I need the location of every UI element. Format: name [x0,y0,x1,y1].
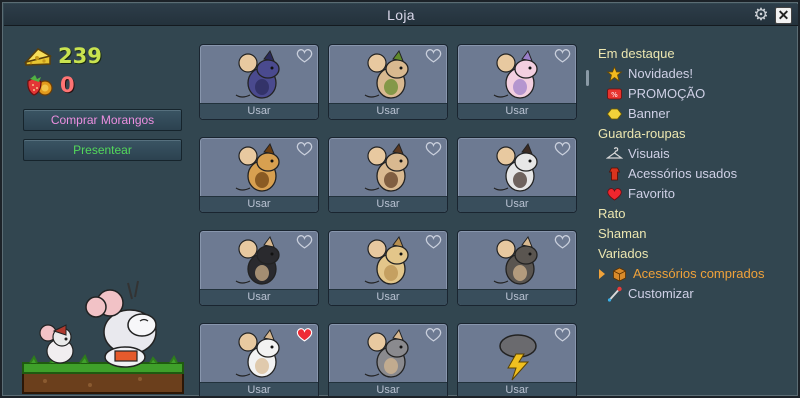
gift-button[interactable]: Presentear [23,139,182,161]
favorite-heart-icon[interactable] [425,234,442,249]
selection-arrow-icon [599,269,605,279]
menu-item-banner[interactable]: Banner [598,104,798,124]
avatar-preview [22,280,184,394]
storm-cloud-item-icon [499,334,537,381]
menu-item-visuals[interactable]: Visuais [598,144,798,164]
menu-item-customize[interactable]: Customizar [598,284,798,304]
menu-item-news[interactable]: Novidades! [598,64,798,84]
favorite-heart-icon[interactable] [296,141,313,156]
use-button[interactable]: Usar [458,289,576,305]
menu-various[interactable]: Variados [598,244,798,264]
grid-scrollbar[interactable] [586,70,589,86]
promo-tag-icon: % [607,88,622,100]
favorite-heart-icon[interactable] [425,141,442,156]
close-button[interactable]: ✕ [775,7,792,24]
favorite-heart-icon[interactable] [296,234,313,249]
heart-icon [607,188,622,201]
paintbrush-icon [607,286,622,302]
brown-fur-mouse-icon [364,142,409,192]
menu-label-bought-accessories: Acessórios comprados [633,266,765,281]
clothing-icon [608,167,621,181]
favorite-heart-icon[interactable] [554,48,571,63]
box-icon [613,267,626,282]
use-button[interactable]: Usar [458,196,576,212]
use-button[interactable]: Usar [458,382,576,396]
menu-label-customize: Customizar [628,286,694,301]
menu-label-banner: Banner [628,106,670,121]
black-cat-mouse-icon [235,235,280,285]
menu-item-favorite[interactable]: Favorito [598,184,798,204]
use-button[interactable]: Usar [329,196,447,212]
svg-text:%: % [611,91,618,99]
gray-sleepy-mouse-icon [364,328,409,378]
menu-wardrobe[interactable]: Guarda-roupas [598,124,798,144]
use-button[interactable]: Usar [329,289,447,305]
white-bunny-mouse-icon [235,328,280,378]
menu-shaman[interactable]: Shaman [598,224,798,244]
menu-label-used-accessories: Acessórios usados [628,166,738,181]
panda-mouse-icon [493,142,538,192]
leopard-mouse-icon [235,142,280,192]
use-button[interactable]: Usar [329,103,447,119]
favorite-heart-icon[interactable] [554,141,571,156]
strawberry-icon [27,75,53,96]
menu-label-promo: PROMOÇÃO [628,86,706,101]
menu-mouse[interactable]: Rato [598,204,798,224]
gray-bat-mouse-icon [493,235,538,285]
use-button[interactable]: Usar [200,103,318,119]
strawberry-counter: 0 [24,73,75,97]
menu-item-promo[interactable]: % PROMOÇÃO [598,84,798,104]
beige-bunny-mouse-icon [364,235,409,285]
pink-unicorn-mouse-icon [493,49,538,99]
category-menu: Em destaque Novidades! % PROMOÇÃO Banner… [598,44,798,304]
window-title: Loja [387,7,415,23]
strawberry-count: 0 [60,73,75,97]
item-card[interactable]: Usar [457,137,577,213]
item-card[interactable]: Usar [328,44,448,120]
shop-window: Loja ⚙ ✕ 239 0 Comprar Morangos Presente… [0,0,800,398]
green-frog-mouse-icon [364,49,409,99]
cheese-count: 239 [58,44,102,68]
menu-item-used-accessories[interactable]: Acessórios usados [598,164,798,184]
use-button[interactable]: Usar [458,103,576,119]
menu-featured[interactable]: Em destaque [598,44,798,64]
title-bar: Loja ⚙ ✕ [4,4,798,26]
dark-starry-mouse-icon [235,49,280,99]
item-grid: Usar Usar Usar Usar Usar Usar Usar Usar Usar Usar… [199,44,579,396]
favorite-heart-icon[interactable] [425,48,442,63]
item-card[interactable]: Usar [199,323,319,396]
favorite-heart-icon[interactable] [425,327,442,342]
item-card[interactable]: Usar [457,44,577,120]
favorite-heart-icon[interactable] [296,48,313,63]
menu-label-favorite: Favorito [628,186,675,201]
star-icon [606,66,623,82]
item-card[interactable]: Usar [328,137,448,213]
menu-label-news: Novidades! [628,66,694,81]
cheese-counter: 239 [24,44,102,68]
use-button[interactable]: Usar [200,382,318,396]
settings-gear-icon[interactable]: ⚙ [752,6,770,24]
item-card[interactable]: Usar [199,44,319,120]
item-card[interactable]: Usar [199,137,319,213]
favorite-heart-icon[interactable] [554,327,571,342]
favorite-heart-icon[interactable] [554,234,571,249]
menu-label-visuals: Visuais [628,146,670,161]
item-card[interactable]: Usar [199,230,319,306]
item-card[interactable]: Usar [457,323,577,396]
use-button[interactable]: Usar [200,196,318,212]
menu-item-bought-accessories[interactable]: Acessórios comprados [598,264,798,284]
hanger-icon [606,147,623,159]
buy-strawberries-button[interactable]: Comprar Morangos [23,109,182,131]
use-button[interactable]: Usar [200,289,318,305]
banner-icon [606,108,623,120]
use-button[interactable]: Usar [329,382,447,396]
item-card[interactable]: Usar [328,230,448,306]
cheese-icon [24,48,52,66]
item-card[interactable]: Usar [457,230,577,306]
item-card[interactable]: Usar [328,323,448,396]
favorite-heart-icon[interactable] [296,327,313,342]
